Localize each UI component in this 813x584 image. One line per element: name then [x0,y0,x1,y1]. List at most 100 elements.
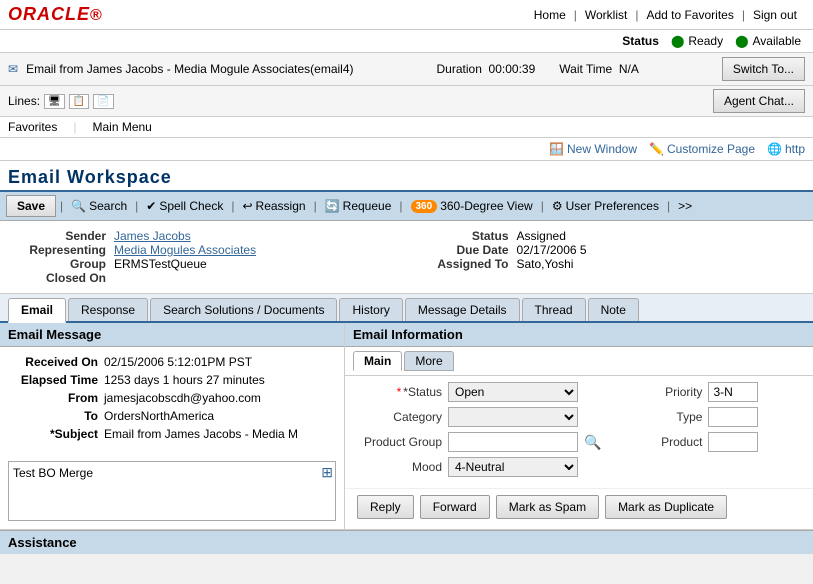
available-status: ⬤ Available [735,34,801,48]
agent-chat-button[interactable]: Agent Chat... [713,89,805,113]
elapsed-label: Elapsed Time [8,373,98,387]
from-value: jamesjacobscdh@yahoo.com [104,391,261,405]
user-preferences-item[interactable]: ⚙ User Preferences [548,199,663,213]
badge-360: 360 [411,200,438,213]
reassign-item[interactable]: ↩ Reassign [238,199,309,213]
received-on-label: Received On [8,355,98,369]
email-information-header: Email Information [345,323,813,347]
top-bar: ORACLE® Home | Worklist | Add to Favorit… [0,0,813,30]
http-icon: 🌐 [767,142,782,156]
tab-response[interactable]: Response [68,298,148,321]
line-icon-1[interactable]: 🖥 [44,94,65,109]
sender-value[interactable]: James Jacobs [114,229,191,243]
action-bar: 🪟 New Window ✏️ Customize Page 🌐 http [0,138,813,161]
subject-label: *Subject [8,427,98,441]
sign-out-link[interactable]: Sign out [745,8,805,22]
mark-as-duplicate-button[interactable]: Mark as Duplicate [605,495,727,519]
reassign-icon: ↩ [242,199,252,213]
subject-row: *Subject Email from James Jacobs - Media… [8,427,336,441]
forward-button[interactable]: Forward [420,495,490,519]
switch-to-button[interactable]: Switch To... [722,57,805,81]
save-button[interactable]: Save [6,195,56,217]
form-top-row: **Status Open Category Product Group 🔍 [357,382,801,482]
representing-value[interactable]: Media Mogules Associates [114,243,256,257]
expand-icon[interactable]: ⊞ [321,464,333,481]
status-label: Status [622,34,659,48]
detail-section: Sender James Jacobs Representing Media M… [0,221,813,294]
page-title: Email Workspace [8,167,805,188]
tab-message_details[interactable]: Message Details [405,298,520,321]
product-group-input[interactable] [448,432,578,452]
status-detail-value: Assigned [517,229,566,243]
category-select[interactable] [448,407,578,427]
sender-row: Sender James Jacobs [16,229,395,243]
sub-tab-more[interactable]: More [404,351,453,371]
add-favorites-link[interactable]: Add to Favorites [638,8,741,22]
sender-label: Sender [16,229,106,243]
right-form-col: Priority Type Product [617,382,758,482]
search-icon: 🔍 [71,199,86,213]
from-row: From jamesjacobscdh@yahoo.com [8,391,336,405]
main-content: Email Message Received On 02/15/2006 5:1… [0,323,813,530]
assistance-section: Assistance [0,530,813,554]
due-date-row: Due Date 02/17/2006 5 [419,243,798,257]
status-bar: Status ⬤ Ready ⬤ Available [0,30,813,53]
category-form-row: Category [357,407,601,427]
line-icon-3[interactable]: 📄 [93,94,113,109]
available-icon: ⬤ [735,34,748,48]
type-input[interactable] [708,407,758,427]
reply-button[interactable]: Reply [357,495,414,519]
group-value: ERMSTestQueue [114,257,207,271]
tab-email[interactable]: Email [8,298,66,323]
duration-waittime: Duration 00:00:39 Wait Time N/A [437,62,639,76]
email-small-icon: ✉ [8,62,18,76]
product-group-label: Product Group [357,435,442,449]
tab-history[interactable]: History [339,298,402,321]
search-toolbar-item[interactable]: 🔍 Search [67,199,131,213]
product-label: Product [617,435,702,449]
elapsed-value: 1253 days 1 hours 27 minutes [104,373,265,387]
home-link[interactable]: Home [526,8,574,22]
group-label: Group [16,257,106,271]
mark-as-spam-button[interactable]: Mark as Spam [496,495,599,519]
requeue-item[interactable]: 🔄 Requeue [321,199,396,213]
new-window-link[interactable]: 🪟 New Window [549,142,637,156]
product-input[interactable] [708,432,758,452]
info-bar: ✉ Email from James Jacobs - Media Mogule… [0,53,813,86]
favorites-item[interactable]: Favorites [8,120,57,134]
product-group-search-icon[interactable]: 🔍 [584,434,601,451]
tab-note[interactable]: Note [588,298,639,321]
spell-check-item[interactable]: ✔ Spell Check [142,199,227,213]
duration-label: Duration [437,62,482,76]
email-message-header: Email Message [0,323,344,347]
ready-label: Ready [688,34,723,48]
view-360-item[interactable]: 360 360-Degree View [407,199,537,213]
line-icon-2[interactable]: 📋 [69,94,89,109]
worklist-link[interactable]: Worklist [577,8,635,22]
favorites-bar: Favorites | Main Menu [0,117,813,138]
priority-row: Priority [617,382,758,402]
sub-tab-main[interactable]: Main [353,351,402,371]
mood-select[interactable]: 4-Neutral [448,457,578,477]
status-detail-row: Status Assigned [419,229,798,243]
subject-value: Email from James Jacobs - Media M [104,427,298,441]
tab-thread[interactable]: Thread [522,298,586,321]
more-item[interactable]: >> [674,199,696,213]
main-menu-item[interactable]: Main Menu [92,120,151,134]
product-group-row: Product Group 🔍 [357,432,601,452]
page-title-section: Email Workspace [0,161,813,190]
assigned-row: Assigned To Sato,Yoshi [419,257,798,271]
status-select[interactable]: Open [448,382,578,402]
wait-label: Wait Time [559,62,612,76]
tab-search_solutions[interactable]: Search Solutions / Documents [150,298,337,321]
received-on-row: Received On 02/15/2006 5:12:01PM PST [8,355,336,369]
customize-page-link[interactable]: ✏️ Customize Page [649,142,755,156]
lines-bar: Lines: 🖥 📋 📄 Agent Chat... [0,86,813,117]
http-link[interactable]: 🌐 http [767,142,805,156]
status-form-row: **Status Open [357,382,601,402]
priority-input[interactable] [708,382,758,402]
available-label: Available [753,34,801,48]
tabs-bar: EmailResponseSearch Solutions / Document… [0,294,813,323]
category-label: Category [357,410,442,424]
left-form-col: **Status Open Category Product Group 🔍 [357,382,601,482]
